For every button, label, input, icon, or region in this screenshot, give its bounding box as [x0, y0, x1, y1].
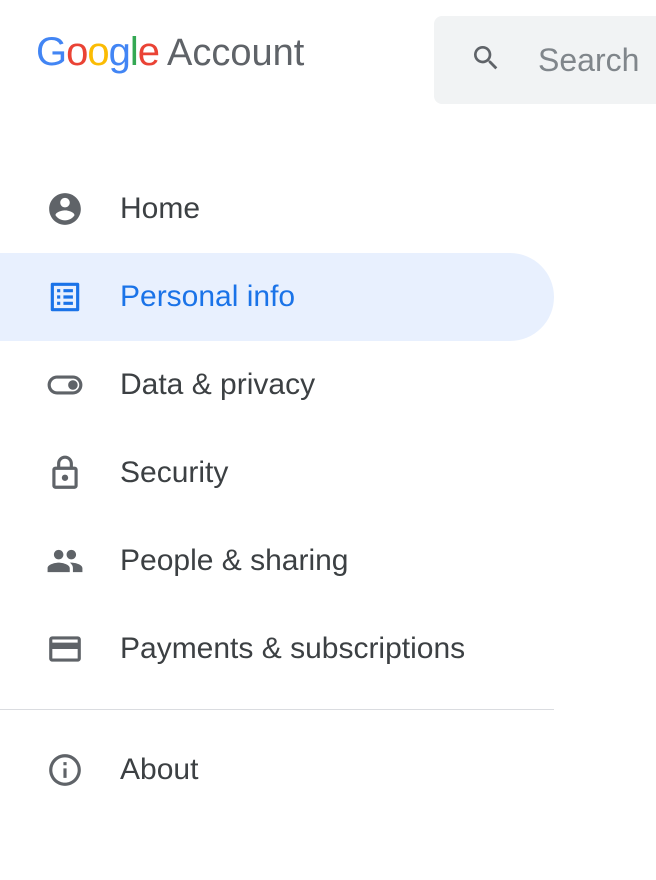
info-icon: [46, 751, 84, 789]
sidebar-item-payments[interactable]: Payments & subscriptions: [0, 605, 554, 693]
search-box[interactable]: Search: [434, 16, 656, 104]
divider: [0, 709, 554, 710]
sidebar-item-home[interactable]: Home: [0, 165, 554, 253]
sidebar-item-label: Security: [120, 456, 228, 490]
sidebar-item-label: Personal info: [120, 280, 295, 314]
sidebar-item-about[interactable]: About: [0, 726, 554, 814]
search-placeholder: Search: [538, 42, 639, 79]
sidebar-item-label: Home: [120, 192, 200, 226]
sidebar-item-label: About: [120, 753, 198, 787]
sidebar-item-label: People & sharing: [120, 544, 349, 578]
personal-info-icon: [46, 278, 84, 316]
toggle-icon: [46, 366, 84, 404]
search-icon: [470, 42, 502, 79]
home-icon: [46, 190, 84, 228]
product-label: Account: [167, 32, 304, 75]
sidebar-item-label: Payments & subscriptions: [120, 632, 465, 666]
lock-icon: [46, 454, 84, 492]
sidebar-item-security[interactable]: Security: [0, 429, 554, 517]
sidebar-item-data-privacy[interactable]: Data & privacy: [0, 341, 554, 429]
sidebar-item-personal-info[interactable]: Personal info: [0, 253, 554, 341]
header: Google Account Search: [0, 0, 656, 105]
people-icon: [46, 542, 84, 580]
payment-icon: [46, 630, 84, 668]
logo-area[interactable]: Google Account: [36, 30, 304, 75]
sidebar-item-label: Data & privacy: [120, 368, 315, 402]
sidebar-item-people-sharing[interactable]: People & sharing: [0, 517, 554, 605]
sidebar: Home Personal info Data & privacy Securi…: [0, 165, 554, 814]
google-logo: Google: [36, 30, 159, 75]
